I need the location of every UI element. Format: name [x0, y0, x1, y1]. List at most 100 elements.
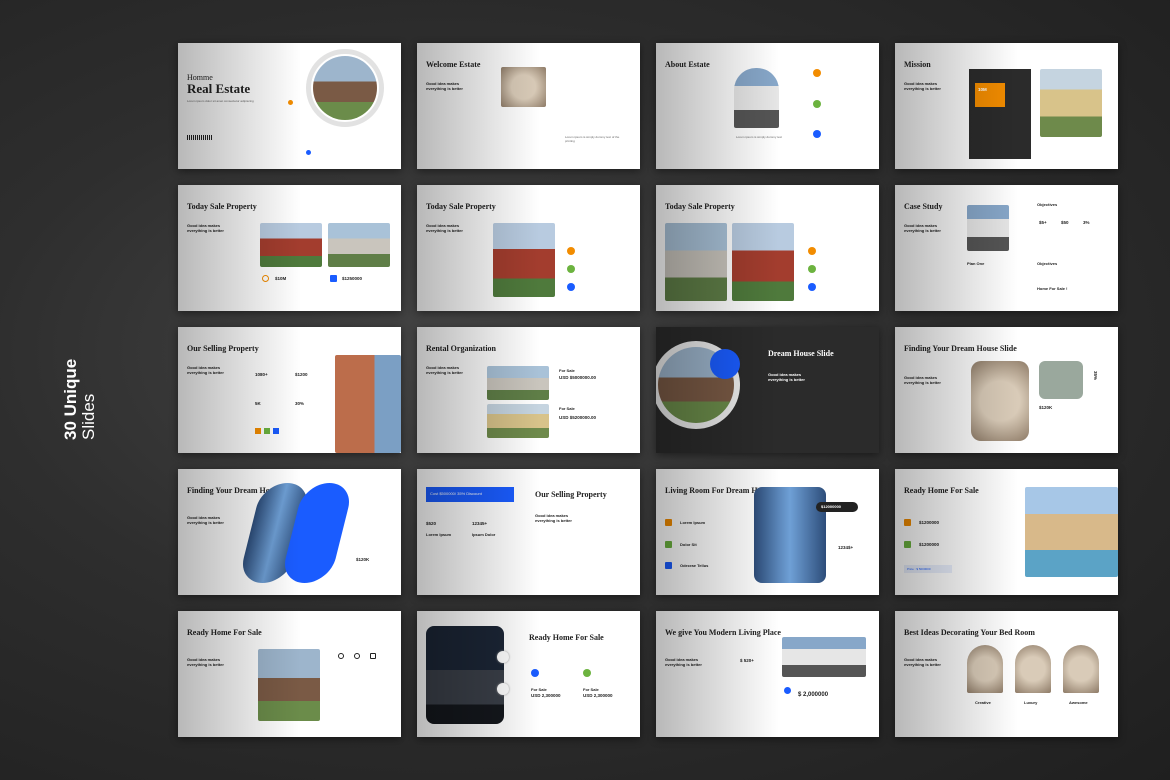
price-2: USD $5200000.00: [559, 415, 597, 420]
value-2: $50: [1061, 220, 1069, 225]
slide-today-sale-3[interactable]: Today Sale Property: [656, 185, 879, 311]
banner-text: Cost $500000/ 35% Discount: [430, 491, 482, 496]
slide-title: Today Sale Property: [187, 202, 257, 211]
percent-value: 35%: [1093, 370, 1099, 381]
slide-subtitle: Good idea makes everything is better: [426, 81, 463, 91]
caption-3: Awesome: [1069, 700, 1088, 705]
side-caption: 30 Unique Slides: [61, 330, 122, 440]
building-image: [335, 355, 401, 453]
item-2: Dolor Sit: [680, 542, 697, 547]
chart-icon: [710, 349, 740, 379]
house-image: [487, 404, 549, 438]
house-image: [1040, 69, 1102, 137]
slide-case-study[interactable]: Case Study Good idea makes everything is…: [895, 185, 1118, 311]
price-2: $1200000: [919, 542, 940, 547]
slide-about-estate[interactable]: About Estate Lorem ipsum is simply dummy…: [656, 43, 879, 169]
slide-title: About Estate: [665, 60, 710, 69]
villa-image: [1025, 487, 1118, 577]
plan-label: Plan One: [967, 261, 985, 266]
slide-finding-dream-2[interactable]: Finding Your Dream House Slide Good idea…: [178, 469, 401, 595]
barcode-icon: [187, 135, 213, 140]
house-image: [487, 366, 549, 400]
bedroom-image-3: [1063, 645, 1099, 693]
slide-title: Best Ideas Decorating Your Bed Room: [904, 628, 1035, 637]
orange-dot-icon: [288, 100, 293, 105]
label-1: For Sale: [559, 368, 575, 373]
blue-badge-icon: [808, 283, 816, 291]
house-image: [313, 56, 377, 120]
slide-dream-house[interactable]: Dream House Slide Good idea makes everyt…: [656, 327, 879, 453]
search-icon: [262, 275, 269, 282]
caption-2: Luxury: [1024, 700, 1038, 705]
slide-today-sale-2[interactable]: Today Sale Property Good idea makes ever…: [417, 185, 640, 311]
slide-subtitle: Good idea makes everything is better: [904, 81, 941, 91]
house-image: [665, 223, 727, 301]
price-2: $1250000: [342, 276, 363, 281]
slide-welcome-estate[interactable]: Welcome Estate Good idea makes everythin…: [417, 43, 640, 169]
slide-ready-home-1[interactable]: Ready Home For Sale $1200000 $1200000 Pr…: [895, 469, 1118, 595]
price-1: USD $5000000.00: [559, 375, 597, 380]
slide-real-estate-cover[interactable]: Homme Real Estate Lorem ipsum dolor sit …: [178, 43, 401, 169]
slide-bed-room[interactable]: Best Ideas Decorating Your Bed Room Good…: [895, 611, 1118, 737]
stat-2: 12345+: [472, 521, 488, 526]
side-caption-line1: 30 Unique: [61, 358, 80, 440]
objectives-heading-2: Objectives: [1037, 261, 1058, 266]
stat-1: $520: [426, 521, 437, 526]
green-item-icon: [904, 541, 911, 548]
slide-subtitle: Good idea makes everything is better: [426, 223, 463, 233]
item-1: Lorem Ipsum: [680, 520, 706, 525]
slide-subtitle: Good idea makes everything is better: [904, 223, 941, 233]
price: $12000000: [821, 504, 842, 509]
slide-ready-home-3[interactable]: Ready Home For Sale For Sale USD 2,30000…: [417, 611, 640, 737]
price: $120K: [1039, 405, 1053, 410]
slide-our-selling-2[interactable]: Cost $500000/ 35% Discount Our Selling P…: [417, 469, 640, 595]
slide-finding-dream-1[interactable]: Finding Your Dream House Slide Good idea…: [895, 327, 1118, 453]
car-icon: [497, 683, 509, 695]
slide-subtitle: Good idea makes everything is better: [665, 657, 702, 667]
slide-title: Ready Home For Sale: [529, 633, 604, 642]
bank-icon: [497, 651, 509, 663]
stat-2-label: Ipsum Dolor: [472, 532, 496, 537]
discount-banner: Cost $500000/ 35% Discount: [426, 487, 514, 502]
slide-rental-organization[interactable]: Rental Organization Good idea makes ever…: [417, 327, 640, 453]
slide-our-selling-1[interactable]: Our Selling Property Good idea makes eve…: [178, 327, 401, 453]
slide-living-room[interactable]: Living Room For Dream House Lorem Ipsum …: [656, 469, 879, 595]
feature-icon: [338, 653, 344, 659]
slide-title: Dream House Slide: [768, 349, 834, 358]
slide-subtitle: Good idea makes everything is better: [187, 515, 224, 525]
slide-title: Our Selling Property: [535, 490, 607, 499]
mission-stat: 10M: [978, 87, 987, 92]
slide-mission[interactable]: Mission Good idea makes everything is be…: [895, 43, 1118, 169]
house-image: [258, 649, 320, 721]
money-bag-icon: [784, 687, 791, 694]
slide-today-sale-1[interactable]: Today Sale Property Good idea makes ever…: [178, 185, 401, 311]
slide-subtitle: Good idea makes everything is better: [904, 657, 941, 667]
handshake-image: [501, 67, 546, 107]
house-image: [493, 223, 555, 297]
slide-subtitle: Good idea makes everything is better: [187, 365, 224, 375]
price: $ 2,000000: [798, 692, 829, 698]
slide-title: Our Selling Property: [187, 344, 259, 353]
bedroom-image-2: [1015, 645, 1051, 693]
green-item-icon: [665, 541, 672, 548]
slide-subtitle: Good idea makes everything is better: [187, 657, 224, 667]
slide-modern-living[interactable]: We give You Modern Living Place Good ide…: [656, 611, 879, 737]
house-in-hand-image: [971, 361, 1029, 441]
orange-badge-icon: [567, 247, 575, 255]
side-caption-line2: Slides: [79, 393, 98, 440]
value-3: 3%: [1083, 220, 1090, 225]
slide-subtitle: Good idea makes everything is better: [426, 365, 463, 375]
cover-title-big: Real Estate: [187, 81, 251, 96]
modern-house-image: [426, 626, 504, 724]
label-1: For Sale: [531, 687, 547, 692]
price-box: Price : $ 5000000: [904, 565, 952, 573]
slide-ready-home-2[interactable]: Ready Home For Sale Good idea makes ever…: [178, 611, 401, 737]
price-2: USD 2,300000: [583, 693, 613, 698]
green-badge-icon: [808, 265, 816, 273]
handshake-icon: [583, 669, 591, 677]
price-pill: $12000000: [816, 502, 858, 512]
slide-subtitle: Good idea makes everything is better: [535, 513, 572, 523]
stat-2: $1200: [295, 372, 308, 377]
slide-title: Welcome Estate: [426, 60, 481, 69]
slide-subtitle: Good idea makes everything is better: [768, 372, 805, 382]
